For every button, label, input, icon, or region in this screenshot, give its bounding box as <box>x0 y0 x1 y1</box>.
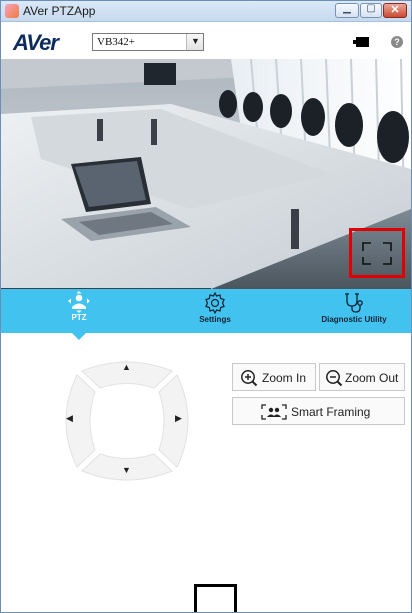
arrow-left-icon: ◀ <box>66 413 73 423</box>
fullscreen-button[interactable] <box>349 228 405 278</box>
arrow-right-icon: ▶ <box>175 413 182 423</box>
tab-diagnostic-utility[interactable]: Diagnostic Utility <box>309 289 399 333</box>
active-tab-pointer <box>72 333 86 340</box>
title-bar[interactable]: AVer PTZApp ▁ ▢ ✕ <box>1 1 411 22</box>
tab-diagnostic-utility-label: Diagnostic Utility <box>321 315 387 324</box>
fullscreen-icon <box>362 242 392 265</box>
smart-framing-label: Smart Framing <box>291 405 371 419</box>
zoom-out-icon <box>326 370 343 387</box>
app-icon <box>5 4 19 18</box>
video-preview[interactable] <box>1 59 411 289</box>
chevron-down-icon: ▼ <box>191 36 200 46</box>
bottom-panel-toggle[interactable] <box>194 584 237 612</box>
tab-settings[interactable]: Settings <box>185 289 245 333</box>
camera-model-value: VB342+ <box>97 36 135 48</box>
dropdown-arrow[interactable]: ▼ <box>186 34 203 50</box>
window-title: AVer PTZApp <box>23 4 96 18</box>
minimize-icon: ▁ <box>343 3 351 14</box>
zoom-in-button[interactable]: Zoom In <box>232 363 316 391</box>
app-header: AVer VB342+ ▼ ? <box>1 22 411 59</box>
tab-bar: PTZ Settings Diagnostic Utility <box>1 289 411 333</box>
help-icon[interactable]: ? <box>391 36 403 48</box>
camera-icon-body <box>356 37 369 47</box>
maximize-icon: ▢ <box>366 3 376 14</box>
zoom-in-label: Zoom In <box>262 371 307 385</box>
maximize-button[interactable]: ▢ <box>360 3 382 18</box>
zoom-out-button[interactable]: Zoom Out <box>319 363 405 391</box>
pan-left-button[interactable] <box>49 381 81 461</box>
camera-model-select[interactable]: VB342+ ▼ <box>92 33 204 51</box>
gear-icon <box>205 291 225 315</box>
arrow-down-icon: ▼ <box>122 465 131 475</box>
arrow-up-icon: ▲ <box>122 362 131 372</box>
smart-framing-icon <box>261 404 287 420</box>
minimize-button[interactable]: ▁ <box>335 3 359 18</box>
ptz-icon <box>68 291 90 313</box>
stethoscope-icon <box>345 293 363 313</box>
camera-icon[interactable] <box>353 37 369 47</box>
zoom-out-label: Zoom Out <box>345 371 399 385</box>
zoom-in-icon <box>241 370 258 387</box>
close-button[interactable]: ✕ <box>383 3 407 18</box>
close-icon: ✕ <box>390 4 400 16</box>
tab-ptz-label: PTZ <box>71 313 87 322</box>
ptz-dpad: ▲ ▼ ◀ ▶ <box>49 357 205 485</box>
aver-logo: AVer <box>13 30 59 55</box>
smart-framing-button[interactable]: Smart Framing <box>232 397 405 425</box>
tab-settings-label: Settings <box>199 315 231 324</box>
app-window: AVer PTZApp ▁ ▢ ✕ AVer VB342+ ▼ ? PTZ Se… <box>0 0 412 613</box>
tab-ptz[interactable]: PTZ <box>57 289 101 333</box>
